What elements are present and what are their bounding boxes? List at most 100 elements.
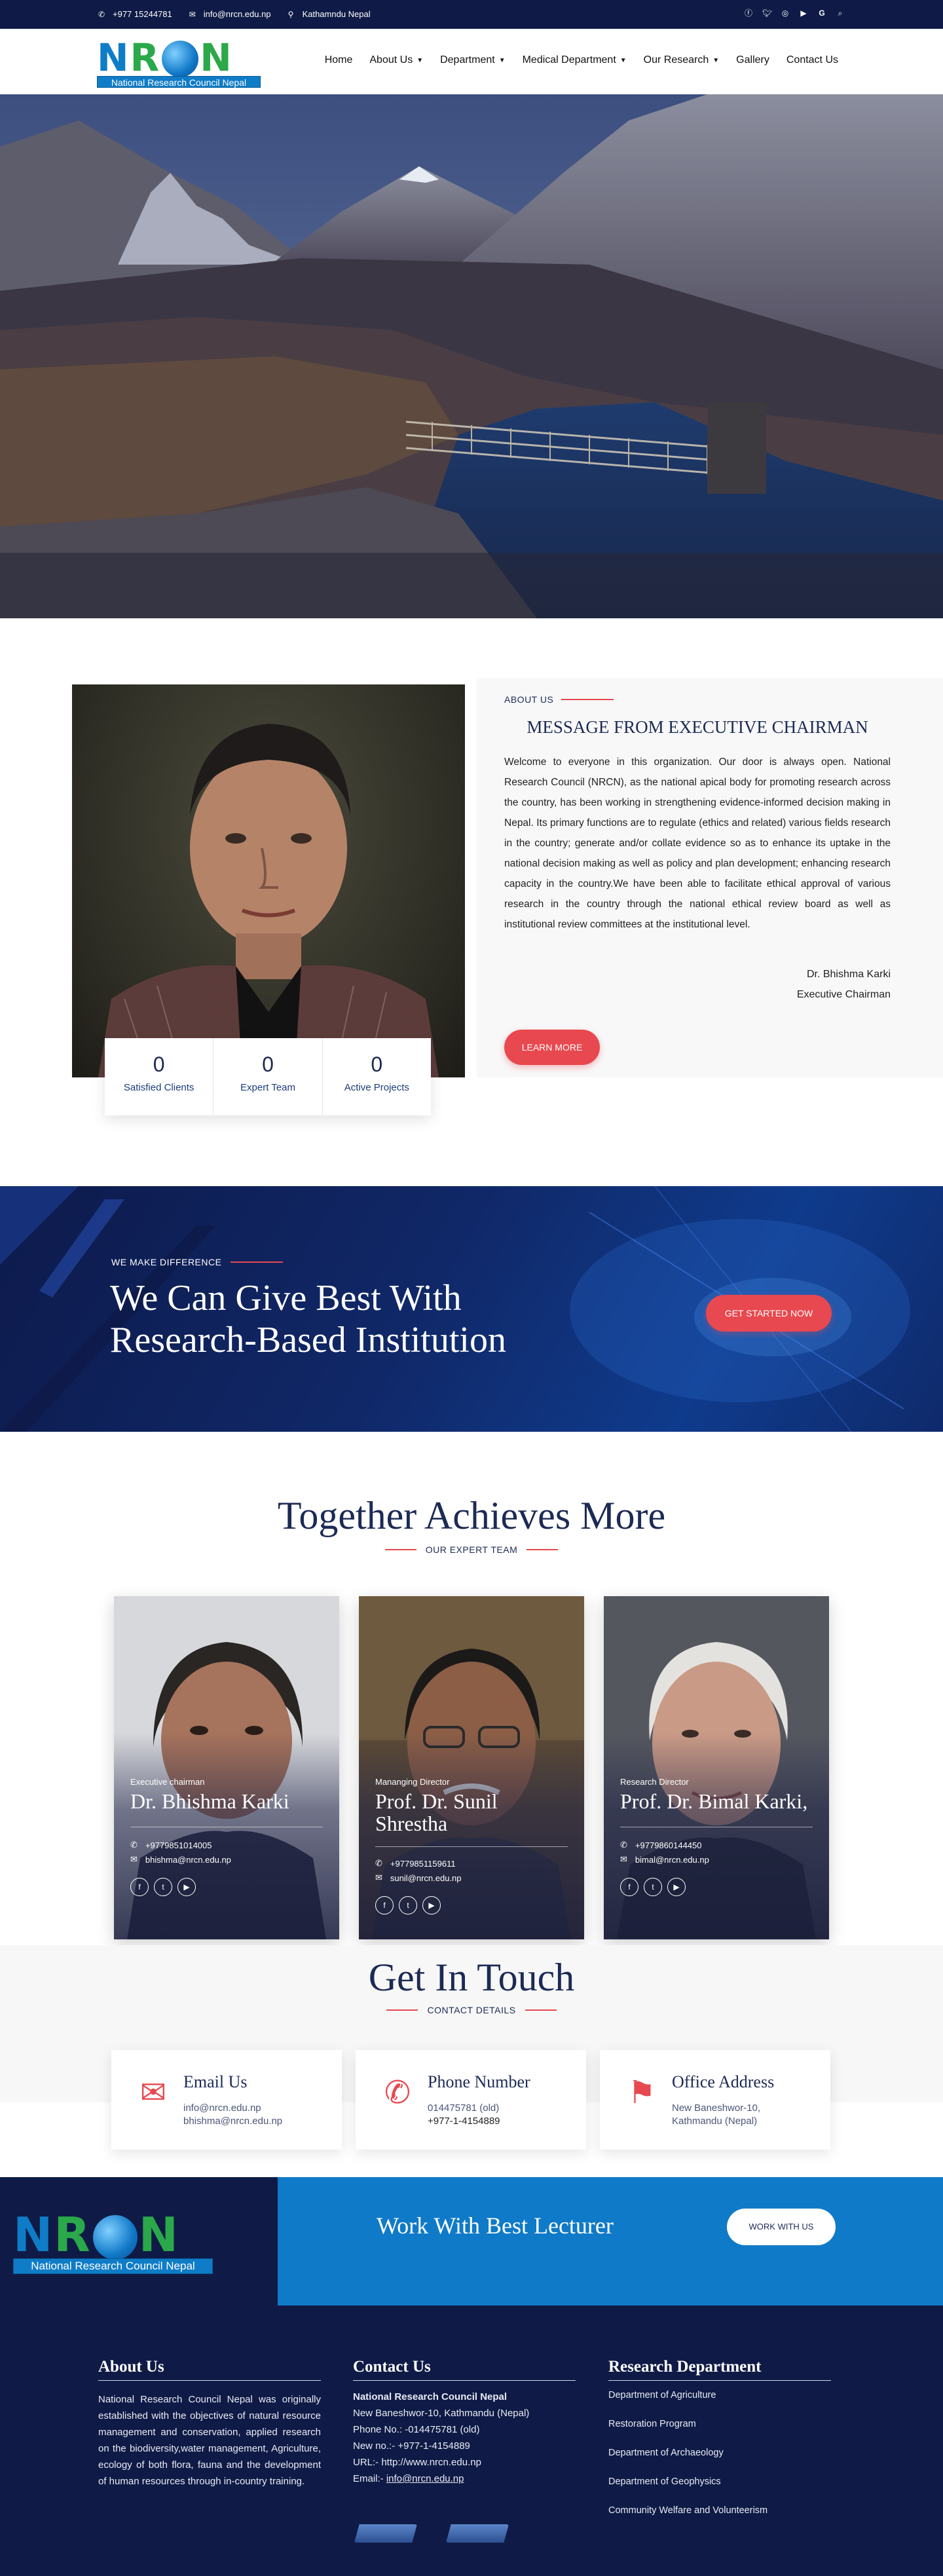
topbar-location: ⚲ Kathamndu Nepal (287, 9, 371, 19)
team-section-subtitle: OUR EXPERT TEAM (0, 1544, 943, 1555)
member-role: Executive chairman (130, 1777, 205, 1787)
divider-line (375, 1846, 568, 1847)
cta-label: WE MAKE DIFFERENCE (111, 1257, 284, 1267)
facebook-icon[interactable]: f (375, 1896, 394, 1914)
contact-card-email: ✉ Email Us info@nrcn.edu.np bhishma@nrcn… (111, 2050, 342, 2150)
youtube-icon[interactable]: ▶ (422, 1896, 441, 1914)
work-with-us-button[interactable]: WORK WITH US (727, 2209, 836, 2245)
instagram-icon[interactable]: ◎ (781, 9, 790, 18)
divider-line (527, 1549, 559, 1550)
get-started-button[interactable]: GET STARTED NOW (706, 1295, 832, 1332)
banner-cta-area (278, 2177, 943, 2305)
contact-card-address: ⚑ Office Address New Baneshwor-10, Kathm… (600, 2050, 830, 2150)
nav-gallery[interactable]: Gallery (736, 54, 769, 66)
footer-badge-button[interactable] (354, 2524, 417, 2543)
facebook-icon[interactable]: ⓕ (744, 9, 753, 18)
member-email[interactable]: ✉ sunil@nrcn.edu.np (375, 1873, 462, 1883)
phone-icon: ✆ (98, 9, 105, 19)
footer-link[interactable]: Department of Archaeology (608, 2448, 831, 2467)
site-logo[interactable]: N R N National Research Council Nepal (97, 37, 261, 88)
footer-link[interactable]: Community Welfare and Volunteerism (608, 2505, 831, 2525)
footer-link[interactable]: Restoration Program (608, 2419, 831, 2438)
chairman-portrait (72, 684, 465, 1077)
footer-logo[interactable]: N R N National Research Council Nepal (13, 2209, 213, 2274)
cta-title: We Can Give Best With Research-Based Ins… (110, 1278, 506, 1360)
member-phone[interactable]: ✆ +9779851159611 (375, 1858, 456, 1869)
caret-down-icon: ▼ (619, 56, 627, 64)
footer-contact: Contact Us National Research Council Nep… (353, 2358, 576, 2487)
phone-icon: ✆ (375, 1858, 382, 1868)
globe-icon (92, 2215, 138, 2260)
divider-line (386, 2009, 418, 2011)
twitter-icon[interactable]: t (154, 1878, 172, 1896)
stats-counter-box: 0 Satisfied Clients 0 Expert Team 0 Acti… (105, 1038, 431, 1115)
envelope-icon: ✉ (375, 1873, 382, 1882)
banner-logo-area: N R N National Research Council Nepal (0, 2177, 278, 2305)
footer-badge-button[interactable] (446, 2524, 509, 2543)
youtube-icon[interactable]: ▶ (799, 9, 808, 18)
divider-line (561, 699, 614, 700)
contact-card-phone: ✆ Phone Number 014475781 (old) +977-1-41… (356, 2050, 586, 2150)
signature-block: Dr. Bhishma Karki Executive Chairman (504, 964, 891, 1005)
topbar-phone[interactable]: ✆ +977 15244781 (98, 9, 172, 19)
twitter-icon[interactable]: 🐦︎ (762, 9, 772, 18)
member-socials: f t ▶ (130, 1878, 196, 1896)
globe-icon (162, 41, 199, 77)
nav-home[interactable]: Home (325, 54, 353, 66)
logo-letters: N R N (97, 35, 233, 80)
stat-satisfied-clients: 0 Satisfied Clients (105, 1038, 214, 1115)
youtube-icon[interactable]: ▶ (667, 1878, 686, 1896)
team-section-title: Together Achieves More (277, 1494, 666, 1537)
caret-down-icon: ▼ (712, 56, 720, 64)
member-role: Mananging Director (375, 1777, 450, 1787)
google-icon[interactable]: G (817, 9, 826, 18)
topbar-email[interactable]: ✉ info@nrcn.edu.np (189, 9, 271, 19)
member-email[interactable]: ✉ bimal@nrcn.edu.np (620, 1854, 709, 1865)
member-phone[interactable]: ✆ +9779860144450 (620, 1840, 702, 1850)
member-role: Research Director (620, 1777, 689, 1787)
signature-name: Dr. Bhishma Karki (806, 969, 891, 980)
nav-our-research[interactable]: Our Research ▼ (644, 54, 720, 66)
hero-landscape (0, 94, 943, 618)
nav-contact-us[interactable]: Contact Us (786, 54, 838, 66)
twitter-icon[interactable]: t (644, 1878, 662, 1896)
facebook-icon[interactable]: f (620, 1878, 638, 1896)
learn-more-button[interactable]: LEARN MORE (504, 1030, 600, 1065)
team-card[interactable]: Mananging Director Prof. Dr. Sunil Shres… (359, 1596, 584, 1939)
about-section-label: ABOUT US (504, 694, 614, 705)
hero-banner-image (0, 94, 943, 618)
stat-expert-team: 0 Expert Team (213, 1038, 323, 1115)
member-name: Prof. Dr. Sunil Shrestha (375, 1789, 498, 1835)
signature-role: Executive Chairman (796, 989, 891, 1000)
divider-line (384, 1549, 416, 1550)
facebook-icon[interactable]: f (130, 1878, 149, 1896)
twitter-icon[interactable]: t (399, 1896, 417, 1914)
member-phone[interactable]: ✆ +9779851014005 (130, 1840, 212, 1850)
envelope-icon: ✉ (139, 2076, 167, 2110)
phone-icon: ✆ (130, 1840, 138, 1850)
member-name: Prof. Dr. Bimal Karki, (620, 1789, 808, 1813)
divider-line (525, 2009, 557, 2011)
envelope-icon: ✉ (130, 1854, 138, 1864)
youtube-icon[interactable]: ▶ (177, 1878, 196, 1896)
contact-section-subtitle: CONTACT DETAILS (0, 2005, 943, 2015)
nav-about-us[interactable]: About Us ▼ (369, 54, 423, 66)
divider-line (231, 1261, 284, 1263)
member-email[interactable]: ✉ bhishma@nrcn.edu.np (130, 1854, 231, 1865)
caret-down-icon: ▼ (416, 56, 424, 64)
search-icon[interactable]: ⌕ (836, 9, 845, 18)
nav-department[interactable]: Department ▼ (440, 54, 506, 66)
member-socials: f t ▶ (620, 1878, 686, 1896)
team-card[interactable]: Executive chairman Dr. Bhishma Karki ✆ +9… (114, 1596, 339, 1939)
main-navbar: N R N National Research Council Nepal Ho… (0, 29, 943, 94)
map-marker-icon: ⚲ (287, 9, 294, 19)
envelope-icon: ✉ (189, 9, 196, 19)
logo-tagline: National Research Council Nepal (97, 76, 261, 88)
footer-link[interactable]: Department of Geophysics (608, 2476, 831, 2496)
nav-medical-department[interactable]: Medical Department ▼ (523, 54, 627, 66)
about-message-text: Welcome to everyone in this organization… (504, 756, 891, 930)
footer-link[interactable]: Department of Agriculture (608, 2390, 831, 2410)
banner-text: Work With Best Lecturer (377, 2212, 614, 2239)
footer-about: About Us National Research Council Nepal… (98, 2358, 321, 2487)
team-card[interactable]: Research Director Prof. Dr. Bimal Karki,… (604, 1596, 829, 1939)
